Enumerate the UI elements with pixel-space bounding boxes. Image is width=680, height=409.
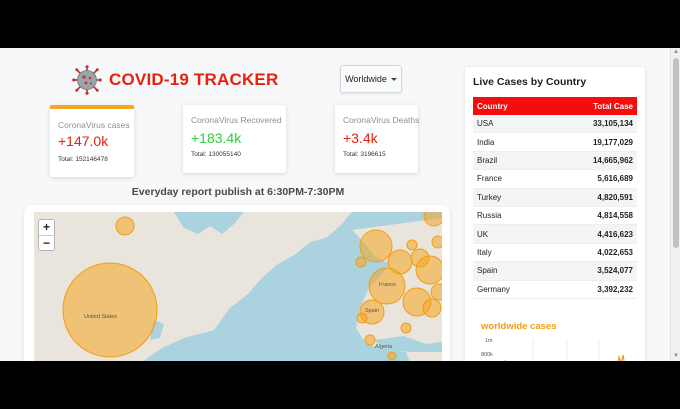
recovered-card-total: Total: 130055140 xyxy=(191,151,241,158)
scroll-up-arrow-icon[interactable]: ▲ xyxy=(671,48,680,57)
scroll-down-arrow-icon[interactable]: ▼ xyxy=(671,352,680,361)
live-cases-table: Country Total Case USA 33,105,134 India 19,… xyxy=(473,97,637,299)
table-row: Russia 4,814,558 xyxy=(473,207,637,226)
chevron-down-icon xyxy=(390,77,397,81)
row-total: 19,177,029 xyxy=(592,137,633,147)
page-viewport: COVID-19 TRACKER Worldwide CoronaVirus c… xyxy=(0,48,680,361)
table-header: Country Total Case xyxy=(473,97,637,115)
report-schedule-text: Everyday report publish at 6:30PM-7:30PM xyxy=(131,186,345,198)
map-label-usa: United States xyxy=(84,314,118,320)
recovered-card[interactable]: CoronaVirus Recovered +183.4k Total: 130… xyxy=(183,105,286,173)
y-tick-800k: 800k xyxy=(481,352,493,358)
row-total: 5,616,689 xyxy=(597,174,633,184)
cases-card-value: +147.0k xyxy=(58,133,109,149)
table-row: France 5,616,689 xyxy=(473,170,637,189)
chart-gridlines xyxy=(532,339,600,361)
recovered-card-value: +183.4k xyxy=(191,130,242,146)
cases-line xyxy=(504,354,625,361)
table-row: Turkey 4,820,591 xyxy=(473,188,637,207)
deaths-card-label: CoronaVirus Deaths xyxy=(343,115,420,125)
row-country: Russia xyxy=(477,211,502,221)
row-country: France xyxy=(477,174,502,184)
scrollbar-thumb[interactable] xyxy=(673,58,679,248)
cases-card-total: Total: 152146478 xyxy=(58,156,108,163)
row-total: 33,105,134 xyxy=(592,119,633,129)
row-country: Italy xyxy=(477,247,492,257)
region-select[interactable]: Worldwide xyxy=(340,65,402,93)
map-panel: United States France Spain Algeria + − xyxy=(24,205,450,361)
live-cases-title: Live Cases by Country xyxy=(473,76,587,88)
row-total: 3,392,232 xyxy=(597,284,633,294)
deaths-card[interactable]: CoronaVirus Deaths +3.4k Total: 3196615 xyxy=(335,105,420,173)
table-row: USA 33,105,134 xyxy=(473,115,637,134)
table-row: Germany 3,392,232 xyxy=(473,281,637,299)
worldwide-cases-chart: 1m 800k xyxy=(481,338,625,361)
table-row: India 19,177,029 xyxy=(473,133,637,152)
region-select-value: Worldwide xyxy=(345,74,387,84)
row-total: 4,022,653 xyxy=(597,247,633,257)
table-body[interactable]: USA 33,105,134 India 19,177,029 Brazil 14,665… xyxy=(473,115,637,299)
row-total: 3,524,077 xyxy=(597,266,633,276)
cases-map[interactable]: United States France Spain Algeria + − xyxy=(34,212,442,361)
coronavirus-icon xyxy=(72,65,102,95)
col-total: Total Case xyxy=(593,101,633,111)
app-header: COVID-19 TRACKER xyxy=(72,65,278,95)
row-total: 4,416,623 xyxy=(597,229,633,239)
zoom-in-button[interactable]: + xyxy=(39,220,54,235)
deaths-card-value: +3.4k xyxy=(343,130,378,146)
map-label-spain: Spain xyxy=(365,308,380,314)
table-row: UK 4,416,623 xyxy=(473,225,637,244)
cases-card[interactable]: CoronaVirus cases +147.0k Total: 1521464… xyxy=(50,105,134,177)
table-row: Italy 4,022,653 xyxy=(473,244,637,263)
recovered-card-label: CoronaVirus Recovered xyxy=(191,115,282,125)
worldwide-cases-title: worldwide cases xyxy=(481,321,557,332)
table-row: Spain 3,524,077 xyxy=(473,262,637,281)
page-scrollbar[interactable]: ▲ ▼ xyxy=(670,48,680,361)
map-zoom-control: + − xyxy=(38,219,55,251)
row-total: 14,665,962 xyxy=(592,155,633,165)
row-total: 4,814,558 xyxy=(597,211,633,221)
deaths-card-total: Total: 3196615 xyxy=(343,151,386,158)
row-total: 4,820,591 xyxy=(597,192,633,202)
map-label-algeria: Algeria xyxy=(375,344,393,350)
app-title: COVID-19 TRACKER xyxy=(109,70,279,89)
zoom-out-button[interactable]: − xyxy=(39,235,54,250)
row-country: Germany xyxy=(477,284,510,294)
col-country: Country xyxy=(477,101,508,111)
y-tick-1m: 1m xyxy=(485,338,493,344)
row-country: Turkey xyxy=(477,192,502,202)
row-country: UK xyxy=(477,229,489,239)
row-country: Brazil xyxy=(477,155,498,165)
cases-card-label: CoronaVirus cases xyxy=(58,120,130,130)
row-country: India xyxy=(477,137,495,147)
row-country: USA xyxy=(477,119,494,129)
live-cases-panel: Live Cases by Country Country Total Case… xyxy=(465,67,645,361)
row-country: Spain xyxy=(477,266,498,276)
map-label-france: France xyxy=(379,282,397,288)
table-row: Brazil 14,665,962 xyxy=(473,151,637,171)
